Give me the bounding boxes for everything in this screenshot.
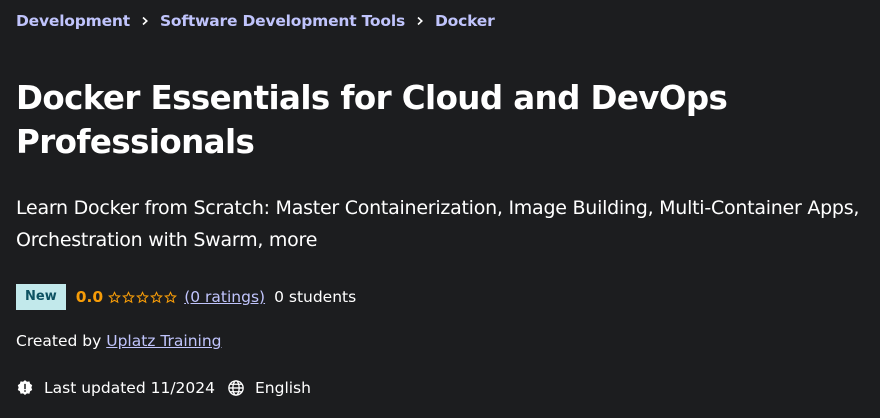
course-info-row: Last updated 11/2024 English	[16, 377, 311, 399]
star-outline-icon	[122, 290, 136, 303]
breadcrumb-software-development-tools[interactable]: Software Development Tools	[160, 12, 405, 30]
breadcrumb: Development Software Development Tools D…	[16, 12, 495, 30]
new-badge: New	[16, 284, 66, 310]
star-outline-icon	[136, 290, 150, 303]
course-header: Development Software Development Tools D…	[0, 0, 880, 418]
chevron-right-icon	[415, 16, 425, 26]
created-by-label: Created by	[16, 332, 102, 350]
course-subtitle: Learn Docker from Scratch: Master Contai…	[16, 197, 860, 251]
alert-badge-icon	[16, 379, 34, 397]
ratings-link[interactable]: (0 ratings)	[184, 288, 265, 306]
created-by: Created by Uplatz Training	[16, 332, 222, 350]
students-count: 0 students	[274, 288, 357, 306]
chevron-right-icon	[140, 16, 150, 26]
star-outline-icon	[164, 290, 178, 303]
course-title: Docker Essentials for Cloud and DevOps P…	[16, 79, 728, 161]
rating-value: 0.0	[75, 288, 104, 306]
last-updated: Last updated 11/2024	[44, 379, 215, 397]
star-outline-icon	[150, 290, 164, 303]
star-rating	[108, 290, 178, 304]
rating-row: New 0.0 (0 ratings) 0 students	[16, 284, 356, 310]
globe-icon	[227, 379, 245, 397]
instructor-link[interactable]: Uplatz Training	[106, 332, 221, 350]
course-language: English	[254, 379, 311, 397]
breadcrumb-development[interactable]: Development	[16, 12, 130, 30]
breadcrumb-docker[interactable]: Docker	[435, 12, 495, 30]
star-outline-icon	[108, 290, 122, 303]
